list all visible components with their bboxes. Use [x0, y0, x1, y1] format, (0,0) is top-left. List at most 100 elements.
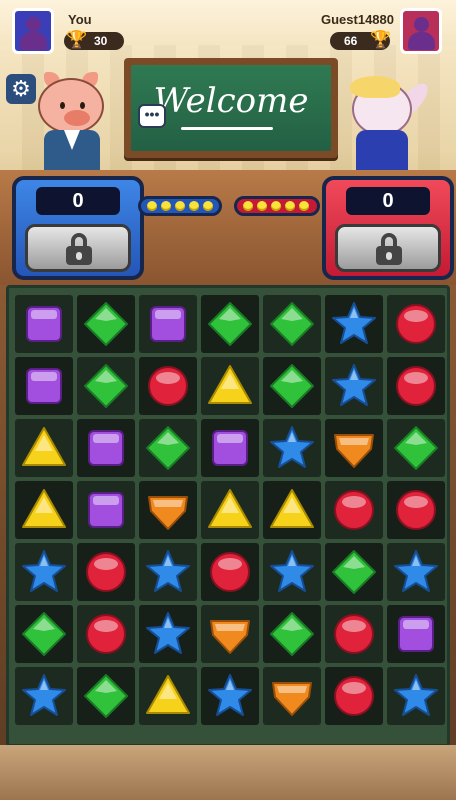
blue-star-gem[interactable]: [263, 543, 321, 601]
blue-star-gem[interactable]: [15, 543, 73, 601]
green-diamond-gem[interactable]: [77, 357, 135, 415]
orange-shield-gem[interactable]: [201, 605, 259, 663]
board-cell[interactable]: [77, 605, 135, 663]
blue-star-gem[interactable]: [387, 543, 445, 601]
board-cell[interactable]: [387, 605, 445, 663]
board-cell[interactable]: [201, 419, 259, 477]
red-circle-gem[interactable]: [77, 605, 135, 663]
board-cell[interactable]: [77, 667, 135, 725]
board-cell[interactable]: [263, 295, 321, 353]
board-cell[interactable]: [77, 357, 135, 415]
settings-gear-icon[interactable]: ⚙: [6, 74, 36, 104]
green-diamond-gem[interactable]: [263, 357, 321, 415]
board-cell[interactable]: [139, 667, 197, 725]
board-cell[interactable]: [139, 419, 197, 477]
blue-star-gem[interactable]: [15, 667, 73, 725]
green-diamond-gem[interactable]: [77, 295, 135, 353]
orange-shield-gem[interactable]: [325, 419, 383, 477]
board-cell[interactable]: [387, 481, 445, 539]
red-circle-gem[interactable]: [77, 543, 135, 601]
board-cell[interactable]: [15, 605, 73, 663]
green-diamond-gem[interactable]: [263, 295, 321, 353]
opponent-booster-slot[interactable]: [335, 224, 441, 272]
board-cell[interactable]: [387, 357, 445, 415]
red-circle-gem[interactable]: [387, 481, 445, 539]
board-cell[interactable]: [263, 419, 321, 477]
chat-bubble-icon[interactable]: •••: [138, 104, 166, 128]
board-cell[interactable]: [77, 481, 135, 539]
board-cell[interactable]: [325, 667, 383, 725]
board-cell[interactable]: [263, 605, 321, 663]
board-cell[interactable]: [387, 295, 445, 353]
board-cell[interactable]: [201, 605, 259, 663]
board-cell[interactable]: [15, 295, 73, 353]
board-cell[interactable]: [15, 419, 73, 477]
green-diamond-gem[interactable]: [387, 419, 445, 477]
board-cell[interactable]: [201, 295, 259, 353]
orange-shield-gem[interactable]: [139, 481, 197, 539]
board-cell[interactable]: [387, 543, 445, 601]
board-cell[interactable]: [325, 605, 383, 663]
board-cell[interactable]: [139, 357, 197, 415]
yellow-triangle-gem[interactable]: [263, 481, 321, 539]
purple-square-gem[interactable]: [15, 357, 73, 415]
yellow-triangle-gem[interactable]: [139, 667, 197, 725]
purple-square-gem[interactable]: [387, 605, 445, 663]
red-circle-gem[interactable]: [139, 357, 197, 415]
blue-star-gem[interactable]: [201, 667, 259, 725]
board-cell[interactable]: [15, 667, 73, 725]
blue-star-gem[interactable]: [387, 667, 445, 725]
purple-square-gem[interactable]: [139, 295, 197, 353]
blue-star-gem[interactable]: [139, 543, 197, 601]
player-avatar[interactable]: [12, 8, 54, 54]
yellow-triangle-gem[interactable]: [201, 357, 259, 415]
board-cell[interactable]: [263, 667, 321, 725]
board-cell[interactable]: [201, 481, 259, 539]
red-circle-gem[interactable]: [387, 295, 445, 353]
green-diamond-gem[interactable]: [325, 543, 383, 601]
blue-star-gem[interactable]: [325, 357, 383, 415]
red-circle-gem[interactable]: [387, 357, 445, 415]
board-cell[interactable]: [325, 357, 383, 415]
red-circle-gem[interactable]: [201, 543, 259, 601]
yellow-triangle-gem[interactable]: [15, 419, 73, 477]
board-cell[interactable]: [15, 357, 73, 415]
board-cell[interactable]: [201, 357, 259, 415]
red-circle-gem[interactable]: [325, 481, 383, 539]
board-cell[interactable]: [263, 481, 321, 539]
board-cell[interactable]: [325, 419, 383, 477]
board-cell[interactable]: [139, 295, 197, 353]
board-cell[interactable]: [15, 481, 73, 539]
yellow-triangle-gem[interactable]: [201, 481, 259, 539]
orange-shield-gem[interactable]: [263, 667, 321, 725]
board-cell[interactable]: [139, 605, 197, 663]
board-cell[interactable]: [15, 543, 73, 601]
board-cell[interactable]: [325, 481, 383, 539]
purple-square-gem[interactable]: [15, 295, 73, 353]
board-cell[interactable]: [77, 543, 135, 601]
green-diamond-gem[interactable]: [139, 419, 197, 477]
red-circle-gem[interactable]: [325, 605, 383, 663]
blue-star-gem[interactable]: [263, 419, 321, 477]
board-cell[interactable]: [77, 419, 135, 477]
board-cell[interactable]: [387, 419, 445, 477]
opponent-avatar[interactable]: [400, 8, 442, 54]
green-diamond-gem[interactable]: [201, 295, 259, 353]
blue-star-gem[interactable]: [139, 605, 197, 663]
player-booster-slot[interactable]: [25, 224, 131, 272]
board-cell[interactable]: [201, 667, 259, 725]
board-cell[interactable]: [77, 295, 135, 353]
board-cell[interactable]: [387, 667, 445, 725]
red-circle-gem[interactable]: [325, 667, 383, 725]
blue-star-gem[interactable]: [325, 295, 383, 353]
green-diamond-gem[interactable]: [15, 605, 73, 663]
purple-square-gem[interactable]: [77, 481, 135, 539]
green-diamond-gem[interactable]: [77, 667, 135, 725]
board-cell[interactable]: [263, 543, 321, 601]
purple-square-gem[interactable]: [77, 419, 135, 477]
board-cell[interactable]: [139, 543, 197, 601]
board-cell[interactable]: [263, 357, 321, 415]
board-cell[interactable]: [201, 543, 259, 601]
yellow-triangle-gem[interactable]: [15, 481, 73, 539]
board-cell[interactable]: [325, 295, 383, 353]
